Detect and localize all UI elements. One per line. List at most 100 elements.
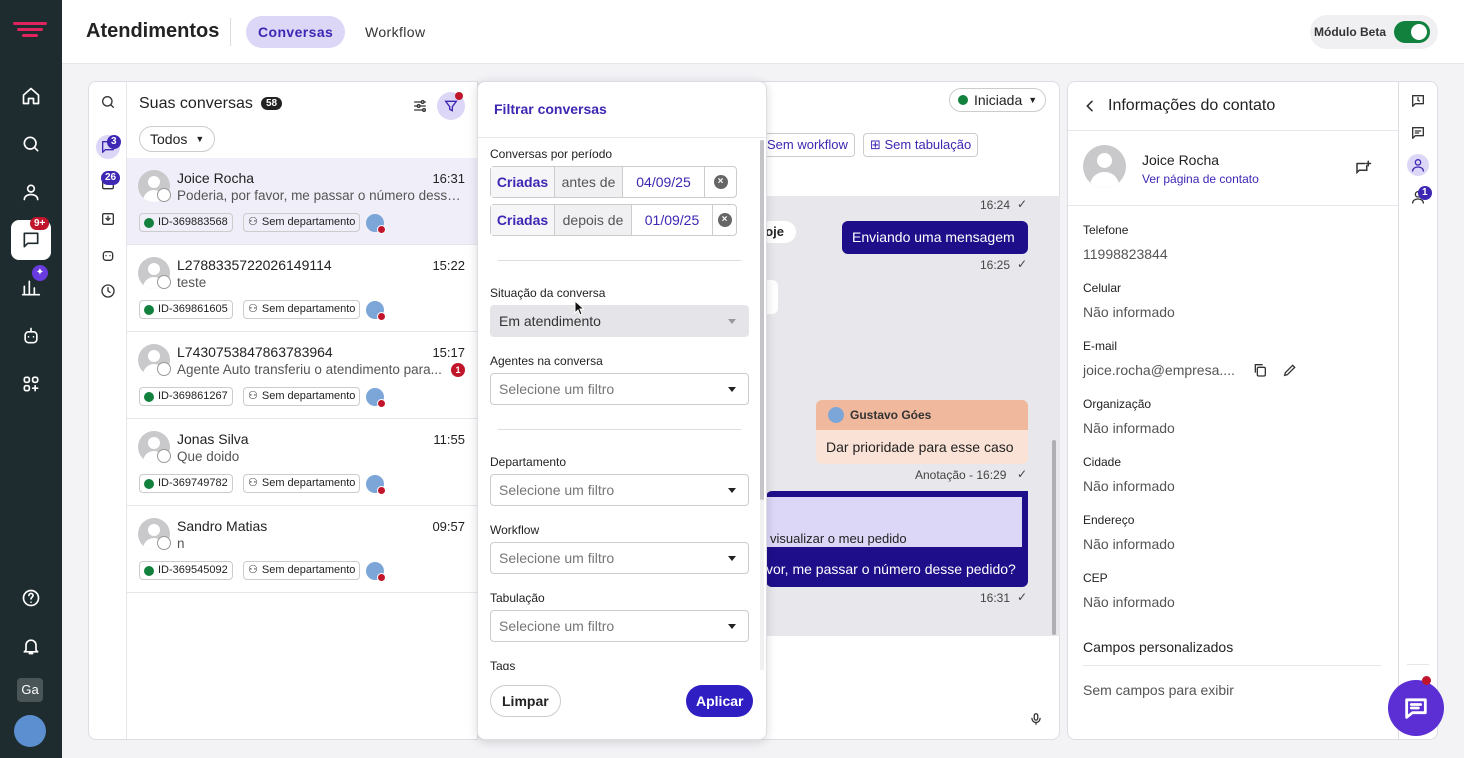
conversation-item[interactable]: L7430753847863783964 15:17 Agente Auto t… xyxy=(127,332,477,419)
period-date-input[interactable]: 04/09/25 xyxy=(623,167,705,197)
conversation-id-chip: ID-369749782 xyxy=(139,474,233,493)
clear-button[interactable]: Limpar xyxy=(490,685,561,717)
apply-button[interactable]: Aplicar xyxy=(686,685,754,717)
home-icon[interactable] xyxy=(11,76,51,116)
user-icon[interactable] xyxy=(11,172,51,212)
conversation-item[interactable]: L2788335722026149114 15:22 teste ID-3698… xyxy=(127,245,477,332)
field-label: Endereço xyxy=(1083,513,1135,527)
workflow-chip[interactable]: Sem workflow xyxy=(760,133,855,157)
reports-icon[interactable] xyxy=(11,268,51,308)
history-chat-icon[interactable] xyxy=(1407,90,1429,112)
my-chats-badge: 3 xyxy=(107,135,121,149)
sliders-icon[interactable] xyxy=(406,92,434,120)
chevron-down-icon: ▼ xyxy=(195,134,205,144)
microphone-icon[interactable] xyxy=(1029,711,1043,732)
chat-scrollbar[interactable] xyxy=(1052,440,1056,635)
period-operator-select[interactable]: antes de xyxy=(555,167,623,197)
field-label: Cidade xyxy=(1083,455,1122,469)
team-icon: ⚇ xyxy=(248,216,258,228)
tab-conversas[interactable]: Conversas xyxy=(246,16,346,48)
chat-bubble-icon xyxy=(1405,698,1427,719)
conversation-id: ID-369545092 xyxy=(158,564,228,576)
inbox-icon[interactable] xyxy=(96,207,120,231)
clear-date-icon[interactable]: × xyxy=(717,213,732,227)
beta-toggle[interactable] xyxy=(1394,21,1430,43)
period-field-select[interactable]: Criadas xyxy=(491,205,555,235)
top-bar: Atendimentos Conversas Workflow Módulo B… xyxy=(62,0,1464,64)
conversations-count: 58 xyxy=(261,97,283,110)
conversation-item[interactable]: Joice Rocha 16:31 Poderia, por favor, me… xyxy=(127,158,477,245)
conversations-title: Suas conversas xyxy=(139,95,253,112)
conversations-rail: 3 26 xyxy=(89,82,127,739)
field-value: Não informado xyxy=(1083,304,1175,320)
conversation-time: 16:31 xyxy=(432,171,465,186)
edit-icon[interactable] xyxy=(1282,362,1298,383)
tabulation-select[interactable]: Selecione um filtro xyxy=(490,610,749,642)
period-row-before: Criadas antes de 04/09/25 × xyxy=(490,166,737,198)
contact-page-link[interactable]: Ver página de contato xyxy=(1142,172,1259,186)
clear-date-icon[interactable]: × xyxy=(713,175,728,189)
search-icon[interactable] xyxy=(96,90,120,114)
field-value: Não informado xyxy=(1083,478,1175,494)
internal-note: Gustavo Góes Dar prioridade para esse ca… xyxy=(816,400,1028,464)
double-check-icon: ✓ xyxy=(1017,257,1028,271)
status-select[interactable]: Em atendimento xyxy=(490,305,749,337)
back-icon[interactable] xyxy=(1082,98,1098,119)
user-avatar[interactable] xyxy=(14,715,46,747)
period-operator-select[interactable]: depois de xyxy=(555,205,632,235)
queue-badge: 26 xyxy=(101,171,121,185)
filter-scrollbar[interactable] xyxy=(760,140,764,670)
apps-icon[interactable] xyxy=(11,364,51,404)
department-label: Sem departamento xyxy=(261,390,356,402)
tabulation-chip[interactable]: ⊞ Sem tabulação xyxy=(863,133,979,157)
bot-icon[interactable] xyxy=(96,243,120,267)
department-label: Sem departamento xyxy=(261,477,356,489)
field-label: CEP xyxy=(1083,571,1108,585)
chevron-down-icon xyxy=(728,319,736,324)
note-time: Anotação - 16:29 xyxy=(915,468,1007,482)
period-date-input[interactable]: 01/09/25 xyxy=(632,205,713,235)
workspace-avatar[interactable]: Ga xyxy=(17,678,43,702)
tabulation-placeholder: Selecione um filtro xyxy=(499,618,615,634)
agents-select[interactable]: Selecione um filtro xyxy=(490,373,749,405)
divider xyxy=(1407,664,1429,665)
conversation-status-select[interactable]: Iniciada ▼ xyxy=(949,88,1047,112)
department-label: Sem departamento xyxy=(261,303,356,315)
tab-workflow[interactable]: Workflow xyxy=(353,16,438,48)
conversation-id: ID-369749782 xyxy=(158,477,228,489)
bell-icon[interactable] xyxy=(11,626,51,666)
contact-name: L2788335722026149114 xyxy=(177,257,332,273)
mouse-cursor-icon xyxy=(574,299,586,321)
workflow-select[interactable]: Selecione um filtro xyxy=(490,542,749,574)
field-value: 11998823844 xyxy=(1083,246,1168,262)
chat-support-button[interactable] xyxy=(1388,680,1444,736)
help-icon[interactable] xyxy=(11,578,51,618)
conversation-time: 15:22 xyxy=(432,258,465,273)
field-value: Não informado xyxy=(1083,420,1175,436)
contact-info-icon[interactable] xyxy=(1407,154,1429,176)
message-time: 16:31 xyxy=(980,591,1011,605)
contact-panel: Informações do contato Joice Rocha Ver p… xyxy=(1067,81,1399,740)
conversation-scope-select[interactable]: Todos ▼ xyxy=(139,126,216,152)
notes-icon[interactable] xyxy=(1407,122,1429,144)
search-icon[interactable] xyxy=(11,124,51,164)
page-title: Atendimentos xyxy=(86,20,220,42)
bot-icon[interactable] xyxy=(11,316,51,356)
department-select[interactable]: Selecione um filtro xyxy=(490,474,749,506)
agent-avatar xyxy=(366,562,386,582)
copy-icon[interactable] xyxy=(1252,362,1268,383)
app-rail: 9+ ✦ Ga xyxy=(0,0,62,758)
online-dot xyxy=(144,391,154,402)
last-message: Poderia, por favor, me passar o número d… xyxy=(177,188,467,203)
field-value: joice.rocha@empresa.... xyxy=(1083,362,1235,378)
department-chip: ⚇ Sem departamento xyxy=(243,300,361,319)
history-icon[interactable] xyxy=(96,279,120,303)
period-field-select[interactable]: Criadas xyxy=(491,167,555,197)
team-icon: ⚇ xyxy=(248,303,258,315)
department-label: Departamento xyxy=(490,455,567,469)
new-chat-icon[interactable] xyxy=(1354,159,1372,182)
scope-value: Todos xyxy=(150,131,188,147)
conversation-item[interactable]: Jonas Silva 11:55 Que doido ID-369749782… xyxy=(127,419,477,506)
conversation-item[interactable]: Sandro Matias 09:57 n ID-369545092 ⚇ Sem … xyxy=(127,506,477,593)
agent-avatar xyxy=(366,214,386,234)
